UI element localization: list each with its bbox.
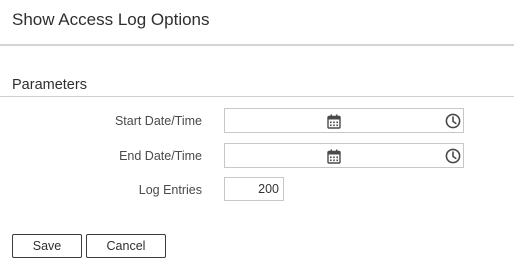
- start-datetime-field[interactable]: [224, 108, 464, 133]
- end-datetime-label: End Date/Time: [119, 149, 202, 163]
- start-datetime-label: Start Date/Time: [114, 114, 202, 128]
- section-title-parameters: Parameters: [12, 77, 87, 93]
- cancel-button[interactable]: Cancel: [86, 234, 166, 258]
- log-entries-label: Log Entries: [138, 183, 202, 197]
- save-button[interactable]: Save: [12, 234, 82, 258]
- calendar-icon[interactable]: [326, 113, 342, 129]
- page-title: Show Access Log Options: [12, 10, 210, 29]
- calendar-icon[interactable]: [326, 148, 342, 164]
- title-divider: [0, 44, 514, 46]
- log-entries-input[interactable]: [224, 177, 284, 201]
- end-datetime-field[interactable]: [224, 143, 464, 168]
- clock-icon[interactable]: [445, 148, 461, 164]
- clock-icon[interactable]: [445, 113, 461, 129]
- section-divider: [0, 96, 514, 97]
